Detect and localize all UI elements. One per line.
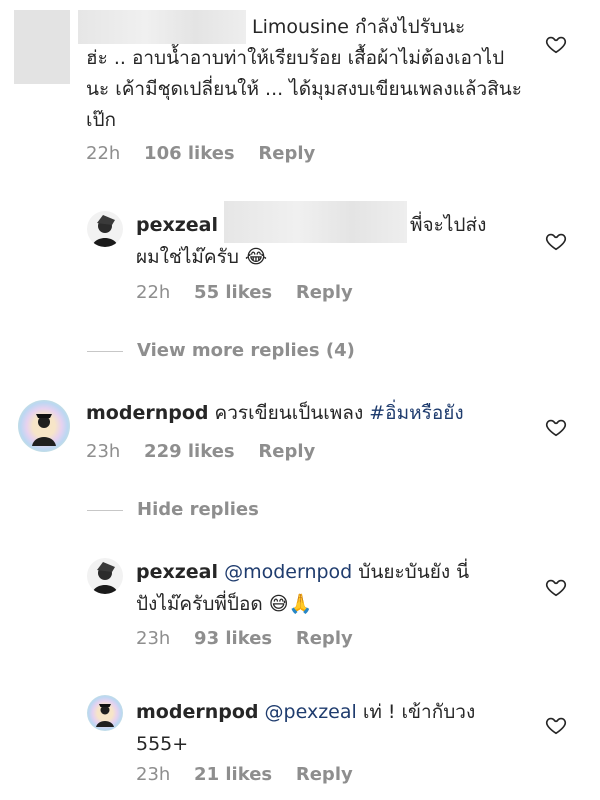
blurred-username	[78, 10, 246, 44]
comment-text: Limousine กำลังไปรับนะ	[252, 16, 466, 38]
heart-outline-icon[interactable]	[545, 576, 567, 598]
reply-button[interactable]: Reply	[296, 764, 353, 785]
likes-count[interactable]: 21 likes	[194, 764, 272, 785]
username[interactable]: modernpod	[136, 701, 259, 723]
avatar[interactable]	[87, 558, 123, 594]
reply-button[interactable]: Reply	[296, 628, 353, 649]
divider-line	[87, 510, 123, 511]
view-more-replies-button[interactable]: View more replies (4)	[137, 340, 355, 361]
comment-meta: 22h 106 likes Reply	[86, 143, 333, 164]
divider-line	[87, 351, 123, 352]
mention-link[interactable]: @pexzeal	[265, 701, 357, 723]
comment-time: 22h	[86, 143, 121, 164]
comment-meta: 23h 93 likes Reply	[136, 628, 371, 649]
mention-link[interactable]: @modernpod	[224, 561, 352, 583]
reply-text: pexzeal	[136, 210, 226, 241]
avatar[interactable]	[87, 695, 123, 731]
reply-button[interactable]: Reply	[258, 441, 315, 462]
reply-text-line2: ผมใช่ไม๊ครับ 😂	[136, 246, 268, 268]
reply-button[interactable]: Reply	[258, 143, 315, 164]
comment-text-continued: ฮ่ะ .. อาบน้ำอาบท่าให้เรียบร้อย เสื้อผ้า…	[86, 47, 522, 131]
comment-time: 22h	[136, 282, 171, 303]
avatar[interactable]	[87, 211, 123, 247]
heart-outline-icon[interactable]	[545, 230, 567, 252]
reply-text-end: พี่จะไปส่ง	[410, 214, 487, 236]
hashtag-link[interactable]: #อิ่มหรือยัง	[369, 402, 463, 424]
reply-button[interactable]: Reply	[296, 282, 353, 303]
likes-count[interactable]: 106 likes	[144, 143, 235, 164]
username[interactable]: modernpod	[86, 402, 209, 424]
comment-meta: 23h 21 likes Reply	[136, 764, 371, 785]
username[interactable]: pexzeal	[136, 214, 218, 236]
hide-replies-button[interactable]: Hide replies	[137, 499, 259, 520]
reply-text-line2: 555+	[136, 733, 189, 755]
reply-text: pexzeal @modernpod บันยะบันยัง นี่	[136, 561, 470, 583]
heart-outline-icon[interactable]	[545, 714, 567, 736]
likes-count[interactable]: 93 likes	[194, 628, 272, 649]
username[interactable]: pexzeal	[136, 561, 218, 583]
blurred-avatar	[14, 10, 70, 84]
comment-text: modernpod ควรเขียนเป็นเพลง #อิ่มหรือยัง	[86, 402, 464, 424]
likes-count[interactable]: 229 likes	[144, 441, 235, 462]
likes-count[interactable]: 55 likes	[194, 282, 272, 303]
comment-time: 23h	[136, 764, 171, 785]
blurred-mention	[224, 201, 407, 243]
reply-text: modernpod @pexzeal เท่ ! เข้ากับวง	[136, 701, 476, 723]
comment-meta: 22h 55 likes Reply	[136, 282, 371, 303]
heart-outline-icon[interactable]	[545, 416, 567, 438]
comment-time: 23h	[136, 628, 171, 649]
comment-meta: 23h 229 likes Reply	[86, 441, 333, 462]
avatar[interactable]	[18, 400, 70, 452]
heart-outline-icon[interactable]	[545, 33, 567, 55]
reply-text-line2: ปังไม๊ครับพี่ป็อด 😅🙏	[136, 593, 313, 615]
comment-time: 23h	[86, 441, 121, 462]
